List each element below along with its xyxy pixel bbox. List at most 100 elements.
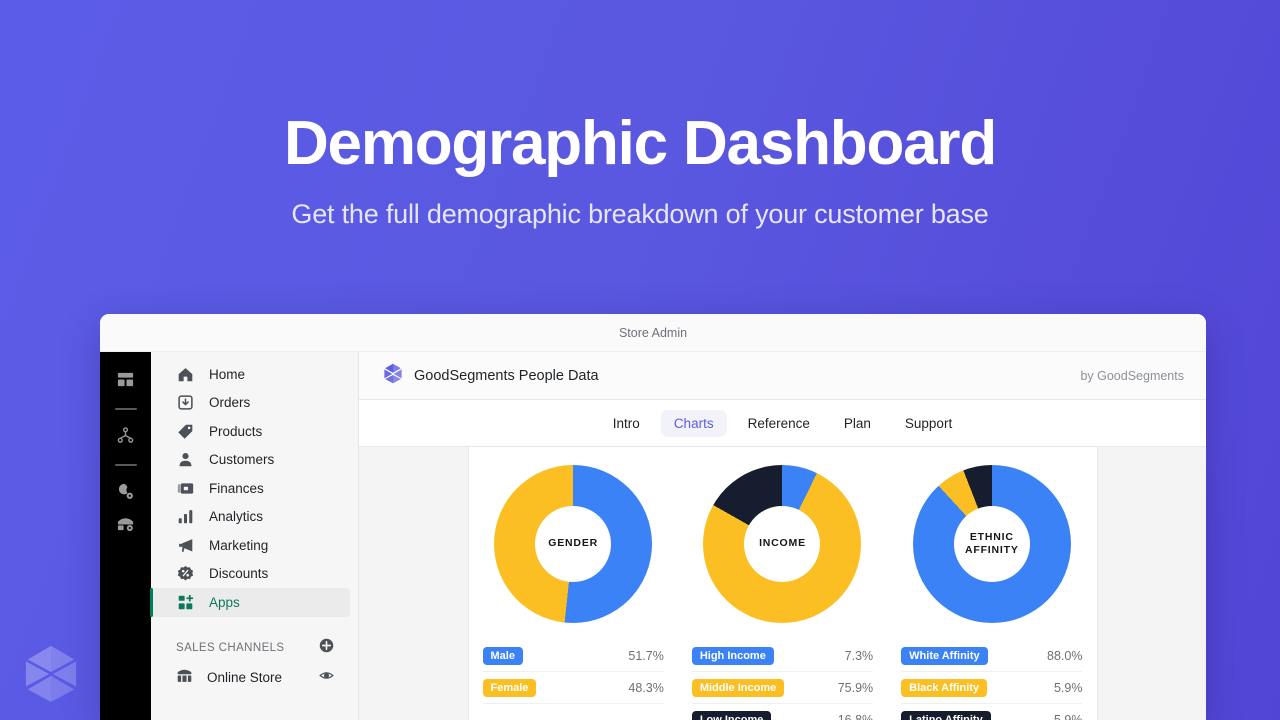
app-header: GoodSegments People Data by GoodSegments — [359, 352, 1206, 400]
chart-legend: White Affinity 88.0% Black Affinity 5.9% Lat… — [901, 640, 1083, 720]
tab-support[interactable]: Support — [892, 410, 965, 437]
legend-row: Low Income 16.8% — [691, 704, 874, 720]
legend-row: Middle Income 75.9% — [691, 672, 874, 704]
sidebar-item-finances[interactable]: Finances — [151, 474, 358, 503]
dashboard-icon[interactable] — [113, 366, 139, 392]
sidebar-item-label: Home — [209, 366, 246, 382]
tab-reference[interactable]: Reference — [735, 410, 823, 437]
app-byline: by GoodSegments — [1080, 368, 1184, 383]
tab-intro[interactable]: Intro — [600, 410, 653, 437]
user-settings-icon[interactable] — [113, 478, 139, 504]
sidebar-item-products[interactable]: Products — [151, 417, 358, 446]
admin-sidebar: Home Orders Products Customers Finances … — [150, 352, 359, 720]
sidebar-item-label: Analytics — [209, 509, 264, 525]
charts-content-card: GENDER Male 51.7% Female 48.3% INCOME High Inc… — [467, 447, 1098, 720]
tab-plan[interactable]: Plan — [831, 410, 884, 437]
home-icon — [176, 365, 195, 384]
sidebar-item-home[interactable]: Home — [151, 360, 358, 389]
embedded-app-panel: GoodSegments People Data by GoodSegments… — [359, 352, 1206, 720]
chart-column: GENDER Male 51.7% Female 48.3% — [469, 465, 678, 720]
legend-chip: Female — [482, 678, 537, 697]
sidebar-item-label: Customers — [209, 452, 275, 468]
sales-channels-label: SALES CHANNELS — [176, 641, 285, 654]
legend-chip: High Income — [691, 646, 774, 665]
apps-icon — [176, 593, 195, 612]
global-icon-rail — [100, 352, 151, 720]
app-brand: GoodSegments People Data — [383, 363, 1080, 389]
legend-chip: Low Income — [691, 710, 772, 720]
legend-row: White Affinity 88.0% — [901, 640, 1083, 672]
donut-center: INCOME — [744, 506, 821, 582]
legend-value: 5.9% — [1053, 680, 1083, 695]
chart-legend: Male 51.7% Female 48.3% — [482, 640, 664, 704]
legend-value: 7.3% — [844, 648, 874, 663]
sitemap-icon[interactable] — [113, 422, 139, 448]
discount-icon — [176, 564, 195, 583]
legend-value: 88.0% — [1047, 648, 1083, 663]
page-subtitle: Get the full demographic breakdown of yo… — [291, 199, 989, 230]
bar-chart-icon — [176, 507, 195, 526]
sidebar-item-discounts[interactable]: Discounts — [151, 560, 358, 589]
sidebar-item-label: Products — [209, 423, 263, 439]
legend-value: 16.8% — [837, 712, 874, 720]
window-title: Store Admin — [618, 325, 688, 340]
eye-icon[interactable] — [319, 668, 334, 688]
megaphone-icon — [176, 536, 195, 555]
donut-center: ETHNIC AFFINITY — [953, 506, 1030, 582]
donut-chart: INCOME — [703, 465, 862, 623]
promo-screenshot: Demographic Dashboard Get the full demog… — [0, 0, 1280, 720]
sidebar-item-label: Apps — [209, 594, 240, 610]
sales-channels-header: SALES CHANNELS — [151, 633, 358, 663]
legend-row: Latino Affinity 5.9% — [901, 704, 1082, 720]
sidebar-item-label: Discounts — [209, 566, 269, 582]
sidebar-item-analytics[interactable]: Analytics — [151, 503, 358, 532]
legend-chip: Black Affinity — [901, 678, 988, 697]
hero-section: Demographic Dashboard Get the full demog… — [0, 0, 1280, 230]
chart-legend: High Income 7.3% Middle Income 75.9% Low Inc… — [691, 640, 874, 720]
tag-icon — [176, 422, 195, 441]
legend-row: High Income 7.3% — [691, 640, 874, 672]
storefront-icon — [176, 667, 193, 689]
donut-center-label: INCOME — [759, 537, 806, 550]
sidebar-item-marketing[interactable]: Marketing — [151, 531, 358, 560]
legend-value: 75.9% — [837, 680, 874, 695]
brand-watermark-logo-icon — [22, 642, 80, 704]
app-title: GoodSegments People Data — [414, 367, 599, 384]
store-admin-window: Store Admin Home Orders Products Custome… — [100, 314, 1206, 720]
sidebar-item-online-store[interactable]: Online Store — [151, 663, 358, 693]
window-titlebar: Store Admin — [100, 314, 1206, 352]
donut-center-label: GENDER — [548, 537, 599, 550]
chart-column: INCOME High Income 7.3% Middle Income 75.9% L… — [678, 465, 887, 720]
legend-chip: Latino Affinity — [901, 710, 991, 720]
plus-circle-icon[interactable] — [319, 638, 334, 658]
rail-divider — [114, 464, 137, 466]
donut-center-label: ETHNIC AFFINITY — [964, 530, 1019, 556]
sidebar-item-label: Finances — [209, 480, 264, 496]
legend-chip: Middle Income — [691, 678, 785, 697]
tab-charts[interactable]: Charts — [660, 409, 727, 437]
app-canvas: GENDER Male 51.7% Female 48.3% INCOME High Inc… — [359, 447, 1206, 720]
sidebar-item-orders[interactable]: Orders — [151, 389, 358, 418]
goodsegments-logo-icon — [383, 363, 403, 389]
sidebar-item-customers[interactable]: Customers — [151, 446, 358, 475]
store-settings-icon[interactable] — [113, 510, 139, 536]
legend-chip: Male — [482, 646, 523, 665]
legend-value: 48.3% — [628, 680, 664, 695]
rail-divider — [114, 408, 137, 410]
legend-value: 51.7% — [628, 648, 664, 663]
sidebar-item-apps[interactable]: Apps — [150, 588, 350, 617]
legend-chip: White Affinity — [901, 646, 988, 665]
donut-center: GENDER — [535, 506, 612, 582]
chart-column: ETHNIC AFFINITY White Affinity 88.0% Black … — [887, 465, 1096, 720]
page-title: Demographic Dashboard — [283, 109, 997, 178]
sidebar-item-label: Marketing — [209, 537, 269, 553]
legend-row: Female 48.3% — [482, 672, 664, 704]
legend-row: Black Affinity 5.9% — [901, 672, 1083, 704]
cash-icon — [176, 479, 195, 498]
legend-value: 5.9% — [1053, 712, 1083, 720]
donut-chart: ETHNIC AFFINITY — [912, 465, 1071, 623]
channel-label: Online Store — [207, 670, 283, 685]
person-icon — [176, 450, 195, 469]
app-tabbar: Intro Charts Reference Plan Support — [359, 400, 1206, 447]
legend-row: Male 51.7% — [482, 640, 664, 672]
